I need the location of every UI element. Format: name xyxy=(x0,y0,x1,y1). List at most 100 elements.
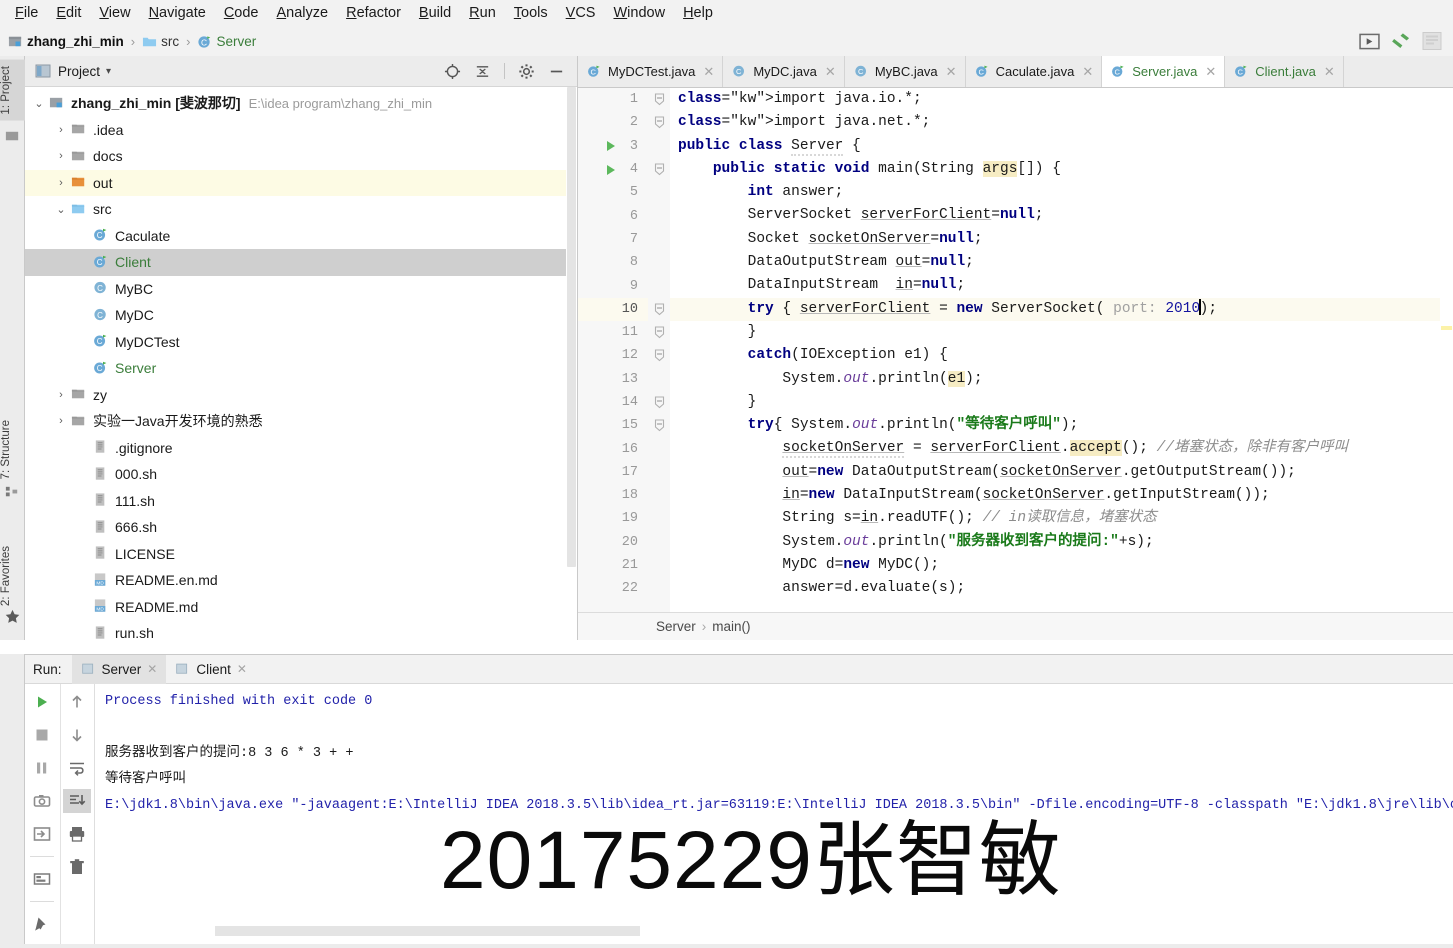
run-tab-server[interactable]: Server ✕ xyxy=(71,654,167,684)
breadcrumb-project[interactable]: zhang_zhi_min xyxy=(27,34,124,49)
code-fold-marker[interactable] xyxy=(652,158,666,181)
close-icon[interactable]: ✕ xyxy=(703,64,714,80)
code-line[interactable]: catch(IOException e1) { xyxy=(670,344,1453,367)
menu-item-code[interactable]: Code xyxy=(215,3,268,23)
code-line[interactable]: String s=in.readUTF(); // in读取信息，堵塞状态 xyxy=(670,507,1453,530)
code-fold-marker[interactable] xyxy=(652,391,666,414)
tool-strip-tab-structure[interactable]: 7: Structure xyxy=(0,414,25,485)
menu-item-help[interactable]: Help xyxy=(674,3,722,23)
menu-item-file[interactable]: File xyxy=(6,3,47,23)
menu-item-tools[interactable]: Tools xyxy=(505,3,557,23)
tool-strip-tab-favorites[interactable]: 2: Favorites xyxy=(0,540,25,612)
editor-scrollbar[interactable] xyxy=(1440,120,1453,612)
breadcrumb-file[interactable]: Server xyxy=(216,34,256,49)
project-scrollbar-thumb[interactable] xyxy=(567,87,576,567)
minimize-icon[interactable] xyxy=(548,63,565,80)
editor-tab-caculate[interactable]: C Caculate.java ✕ xyxy=(965,56,1103,87)
pin-icon[interactable] xyxy=(28,912,56,936)
tree-node-caculate[interactable]: C Caculate xyxy=(25,223,577,250)
layout-icon[interactable] xyxy=(28,867,56,891)
soft-wrap-icon[interactable] xyxy=(63,756,91,780)
tree-node-docs[interactable]: › docs xyxy=(25,143,577,170)
tree-node-.idea[interactable]: › .idea xyxy=(25,117,577,144)
code-line[interactable]: in=new DataInputStream(socketOnServer.ge… xyxy=(670,484,1453,507)
collapse-all-icon[interactable] xyxy=(474,63,491,80)
tree-node-mydc[interactable]: C MyDC xyxy=(25,302,577,329)
tree-node-mydctest[interactable]: C MyDCTest xyxy=(25,329,577,356)
code-line[interactable]: public static void main(String args[]) { xyxy=(670,158,1453,181)
project-file-tree[interactable]: ⌄ zhang_zhi_min [斐波那切] E:\idea program\zha… xyxy=(25,87,577,640)
code-line[interactable]: try { serverForClient = new ServerSocket… xyxy=(670,297,1453,321)
close-icon[interactable]: ✕ xyxy=(1324,64,1335,80)
code-line[interactable]: System.out.println("服务器收到客户的提问:"+s); xyxy=(670,531,1453,554)
tree-node-readme.md[interactable]: MD README.md xyxy=(25,594,577,621)
code-line[interactable]: } xyxy=(670,391,1453,414)
pause-icon[interactable] xyxy=(28,756,56,780)
run-tab-client[interactable]: Client ✕ xyxy=(166,655,256,684)
menu-item-refactor[interactable]: Refactor xyxy=(337,3,410,23)
code-fold-marker[interactable] xyxy=(652,298,666,321)
editor-tab-mybc[interactable]: C MyBC.java ✕ xyxy=(844,56,966,87)
code-fold-marker[interactable] xyxy=(652,111,666,134)
menu-item-edit[interactable]: Edit xyxy=(47,3,90,23)
stop-icon[interactable] xyxy=(28,723,56,747)
breadcrumb-folder[interactable]: src xyxy=(161,34,179,49)
code-line[interactable]: try{ System.out.println("等待客户呼叫"); xyxy=(670,414,1453,437)
code-line[interactable]: int answer; xyxy=(670,181,1453,204)
menu-item-run[interactable]: Run xyxy=(460,3,505,23)
menu-item-view[interactable]: View xyxy=(90,3,139,23)
tree-node-client[interactable]: C Client xyxy=(25,249,577,276)
chevron-down-icon[interactable]: ⌄ xyxy=(51,203,71,216)
close-icon[interactable]: ✕ xyxy=(1082,64,1093,80)
menu-item-analyze[interactable]: Analyze xyxy=(268,3,338,23)
close-icon[interactable]: ✕ xyxy=(237,662,247,676)
camera-icon[interactable] xyxy=(28,789,56,813)
trash-icon[interactable] xyxy=(63,855,91,879)
rerun-icon[interactable] xyxy=(28,690,56,714)
tree-node-src[interactable]: ⌄ src xyxy=(25,196,577,223)
menu-item-navigate[interactable]: Navigate xyxy=(140,3,215,23)
breadcrumb-method[interactable]: main() xyxy=(712,619,750,634)
scroll-to-end-icon[interactable] xyxy=(63,789,92,813)
tree-node-.gitignore[interactable]: .gitignore xyxy=(25,435,577,462)
tree-node-readme.en.md[interactable]: MD README.en.md xyxy=(25,567,577,594)
tree-node-license[interactable]: LICENSE xyxy=(25,541,577,568)
tree-node----java-------[interactable]: › 实验一Java开发环境的熟悉 xyxy=(25,408,577,435)
code-line[interactable]: ServerSocket serverForClient=null; xyxy=(670,204,1453,227)
editor-gutter[interactable]: 1 2 3 4 5 6 7 8 9 10 11 12 13 14 15 16 17 18 19 20 21 22 xyxy=(578,88,648,612)
code-line[interactable]: socketOnServer = serverForClient.accept(… xyxy=(670,437,1453,460)
chevron-right-icon[interactable]: › xyxy=(51,124,71,136)
project-scrollbar[interactable] xyxy=(566,87,577,640)
code-line[interactable]: class="kw">import java.net.*; xyxy=(670,111,1453,134)
editor-tab-mydctest[interactable]: C MyDCTest.java ✕ xyxy=(578,56,724,87)
chevron-right-icon[interactable]: › xyxy=(51,150,71,162)
code-line[interactable]: } xyxy=(670,321,1453,344)
close-icon[interactable]: ✕ xyxy=(825,64,836,80)
tree-node-666.sh[interactable]: 666.sh xyxy=(25,514,577,541)
print-icon[interactable] xyxy=(63,822,91,846)
tree-node-000.sh[interactable]: 000.sh xyxy=(25,461,577,488)
tree-node-zhang_zhi_min-------[interactable]: ⌄ zhang_zhi_min [斐波那切] E:\idea program\zha… xyxy=(25,90,577,117)
code-line[interactable]: class="kw">import java.io.*; xyxy=(670,88,1453,111)
breadcrumb-class[interactable]: Server xyxy=(656,619,696,634)
code-folding-column[interactable] xyxy=(648,88,670,612)
run-gutter-icon[interactable] xyxy=(602,135,620,158)
code-fold-marker[interactable] xyxy=(652,344,666,367)
code-line[interactable]: public class Server { xyxy=(670,135,1453,158)
menu-item-vcs[interactable]: VCS xyxy=(557,3,605,23)
code-line[interactable]: MyDC d=new MyDC(); xyxy=(670,554,1453,577)
menu-item-window[interactable]: Window xyxy=(604,3,674,23)
code-line[interactable]: out=new DataOutputStream(socketOnServer.… xyxy=(670,461,1453,484)
tree-node-out[interactable]: › out xyxy=(25,169,577,196)
run-config-icon[interactable] xyxy=(1359,33,1380,50)
console-hscrollbar[interactable] xyxy=(188,926,1453,937)
menu-item-build[interactable]: Build xyxy=(410,3,460,23)
code-text-area[interactable]: class="kw">import java.io.*; class="kw">i… xyxy=(670,88,1453,612)
console-hscrollbar-thumb[interactable] xyxy=(215,926,640,936)
gear-icon[interactable] xyxy=(518,63,535,80)
run-gutter-icon[interactable] xyxy=(602,158,620,181)
close-icon[interactable]: ✕ xyxy=(147,662,157,676)
code-line[interactable]: System.out.println(e1); xyxy=(670,368,1453,391)
up-arrow-icon[interactable] xyxy=(63,690,91,714)
close-icon[interactable]: ✕ xyxy=(1205,64,1216,80)
